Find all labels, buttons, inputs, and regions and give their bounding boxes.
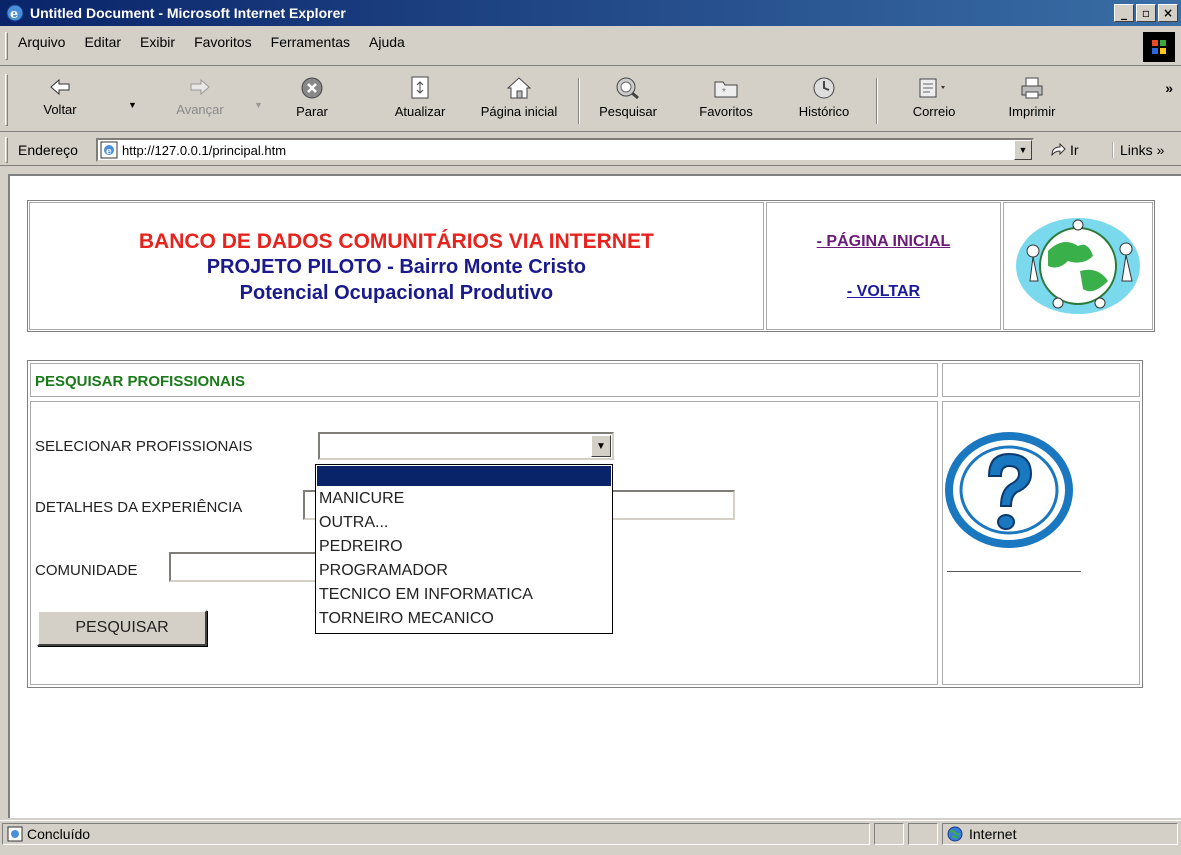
help-cell [942, 401, 1140, 685]
windows-logo-throbber [1143, 32, 1175, 62]
status-slot [908, 823, 938, 845]
stop-button[interactable]: Parar [272, 76, 352, 126]
favorites-folder-icon: * [714, 81, 738, 98]
home-icon [506, 77, 532, 99]
back-button[interactable]: Voltar [20, 76, 100, 126]
help-underline [947, 571, 1081, 572]
maximize-button[interactable]: ▫ [1136, 4, 1156, 22]
back-arrow-icon [50, 78, 70, 96]
status-slot [874, 823, 904, 845]
header-image-cell [1003, 202, 1153, 330]
ie-logo-icon: e [6, 4, 24, 22]
address-input[interactable]: e http://127.0.0.1/principal.htm ▼ [96, 138, 1034, 162]
search-heading: PESQUISAR PROFISSIONAIS [30, 363, 938, 397]
globe-people-icon [1016, 218, 1141, 314]
forward-dropdown-icon[interactable]: ▼ [254, 100, 263, 110]
svg-text:e: e [106, 147, 112, 157]
experience-details-label: DETALHES DA EXPERIÊNCIA [35, 499, 243, 516]
help-question-icon[interactable] [945, 430, 1081, 550]
header-nav-cell: - PÁGINA INICIAL - VOLTAR [765, 202, 1002, 330]
page-viewport: BANCO DE DADOS COMUNITÁRIOS VIA INTERNET… [8, 174, 1181, 818]
address-label: Endereço [18, 142, 78, 158]
forward-button[interactable]: Avançar [160, 76, 240, 126]
status-text: Concluído [27, 826, 91, 842]
standard-toolbar: Voltar ▼ Avançar ▼ Parar Atualizar Págin… [0, 68, 1181, 132]
history-clock-icon [813, 77, 835, 99]
dropdown-option-pedreiro[interactable]: PEDREIRO [316, 535, 612, 559]
dropdown-option-programador[interactable]: PROGRAMADOR [316, 559, 612, 583]
menu-bar: Arquivo Editar Exibir Favoritos Ferramen… [0, 28, 1181, 66]
stop-icon [301, 77, 323, 99]
svg-text:e: e [10, 7, 18, 22]
security-zone: Internet [942, 823, 1178, 845]
svg-text:*: * [722, 87, 726, 98]
address-grip[interactable] [5, 137, 8, 163]
menu-ajuda[interactable]: Ajuda [369, 34, 405, 50]
address-dropdown-icon[interactable]: ▼ [1014, 140, 1032, 160]
select-professionals-label: SELECIONAR PROFISSIONAIS [35, 438, 253, 455]
header-title-cell: BANCO DE DADOS COMUNITÁRIOS VIA INTERNET… [29, 202, 764, 330]
project-description: Potencial Ocupacional Produtivo [239, 282, 554, 304]
dropdown-option-tecnico-informatica[interactable]: TECNICO EM INFORMATICA [316, 583, 612, 607]
go-button[interactable]: Ir [1050, 142, 1079, 158]
dropdown-option-manicure[interactable]: MANICURE [316, 487, 612, 511]
site-title: BANCO DE DADOS COMUNITÁRIOS VIA INTERNET [138, 230, 654, 253]
page-status-icon [7, 826, 23, 842]
windows-flag-icon [1152, 40, 1166, 54]
menu-editar[interactable]: Editar [84, 34, 121, 50]
links-toolbar[interactable]: Links » [1112, 142, 1164, 158]
refresh-button[interactable]: Atualizar [378, 76, 462, 126]
search-button[interactable]: Pesquisar [586, 76, 670, 126]
toolbar-grip[interactable] [5, 74, 8, 126]
internet-globe-icon [947, 826, 963, 842]
mail-icon [919, 78, 945, 98]
dropdown-option-torneiro-mecanico[interactable]: TORNEIRO MECANICO [316, 607, 612, 631]
toolbar-separator [876, 78, 878, 124]
search-heading-right-cell [942, 363, 1140, 397]
dropdown-option-blank[interactable] [317, 466, 611, 486]
search-submit-button[interactable]: PESQUISAR [37, 610, 207, 646]
mail-button[interactable]: Correio [892, 76, 976, 126]
menu-exibir[interactable]: Exibir [140, 34, 175, 50]
printer-icon [1021, 77, 1043, 99]
back-link[interactable]: - VOLTAR [767, 283, 1001, 301]
dropdown-option-outra[interactable]: OUTRA... [316, 511, 612, 535]
home-button[interactable]: Página inicial [466, 76, 572, 126]
select-dropdown-icon[interactable]: ▼ [591, 435, 611, 457]
community-input[interactable] [169, 552, 329, 582]
professionals-dropdown-list: MANICURE OUTRA... PEDREIRO PROGRAMADOR T… [315, 464, 613, 634]
window-title: Untitled Document - Microsoft Internet E… [30, 5, 346, 21]
home-page-link[interactable]: - PÁGINA INICIAL [767, 233, 1001, 251]
status-bar: Concluído Internet [0, 820, 1181, 846]
toolbar-more-chevron[interactable]: » [1165, 80, 1173, 96]
menu-favoritos[interactable]: Favoritos [194, 34, 252, 50]
browser-window: e Untitled Document - Microsoft Internet… [0, 0, 1181, 855]
header-table: BANCO DE DADOS COMUNITÁRIOS VIA INTERNET… [27, 200, 1155, 332]
project-subtitle: PROJETO PILOTO - Bairro Monte Cristo [206, 256, 586, 278]
zone-text: Internet [969, 826, 1017, 842]
favorites-button[interactable]: * Favoritos [684, 76, 768, 126]
page-ie-icon: e [100, 141, 118, 159]
title-bar: e Untitled Document - Microsoft Internet… [0, 0, 1181, 26]
print-button[interactable]: Imprimir [990, 76, 1074, 126]
community-label: COMUNIDADE [35, 562, 138, 579]
forward-arrow-icon [190, 78, 210, 96]
status-main: Concluído [2, 823, 870, 845]
history-button[interactable]: Histórico [782, 76, 866, 126]
go-arrow-icon [1051, 143, 1066, 157]
back-dropdown-icon[interactable]: ▼ [128, 100, 137, 110]
refresh-icon [411, 76, 429, 99]
address-bar: Endereço e http://127.0.0.1/principal.ht… [0, 134, 1181, 166]
toolbar-separator [578, 78, 580, 124]
menu-ferramentas[interactable]: Ferramentas [271, 34, 350, 50]
search-globe-icon [616, 77, 639, 100]
menu-arquivo[interactable]: Arquivo [18, 34, 65, 50]
address-url: http://127.0.0.1/principal.htm [122, 142, 287, 158]
minimize-button[interactable]: _ [1114, 4, 1134, 22]
professionals-select[interactable]: ▼ [318, 432, 614, 460]
menu-grip[interactable] [5, 32, 8, 60]
close-button[interactable]: × [1158, 4, 1178, 22]
